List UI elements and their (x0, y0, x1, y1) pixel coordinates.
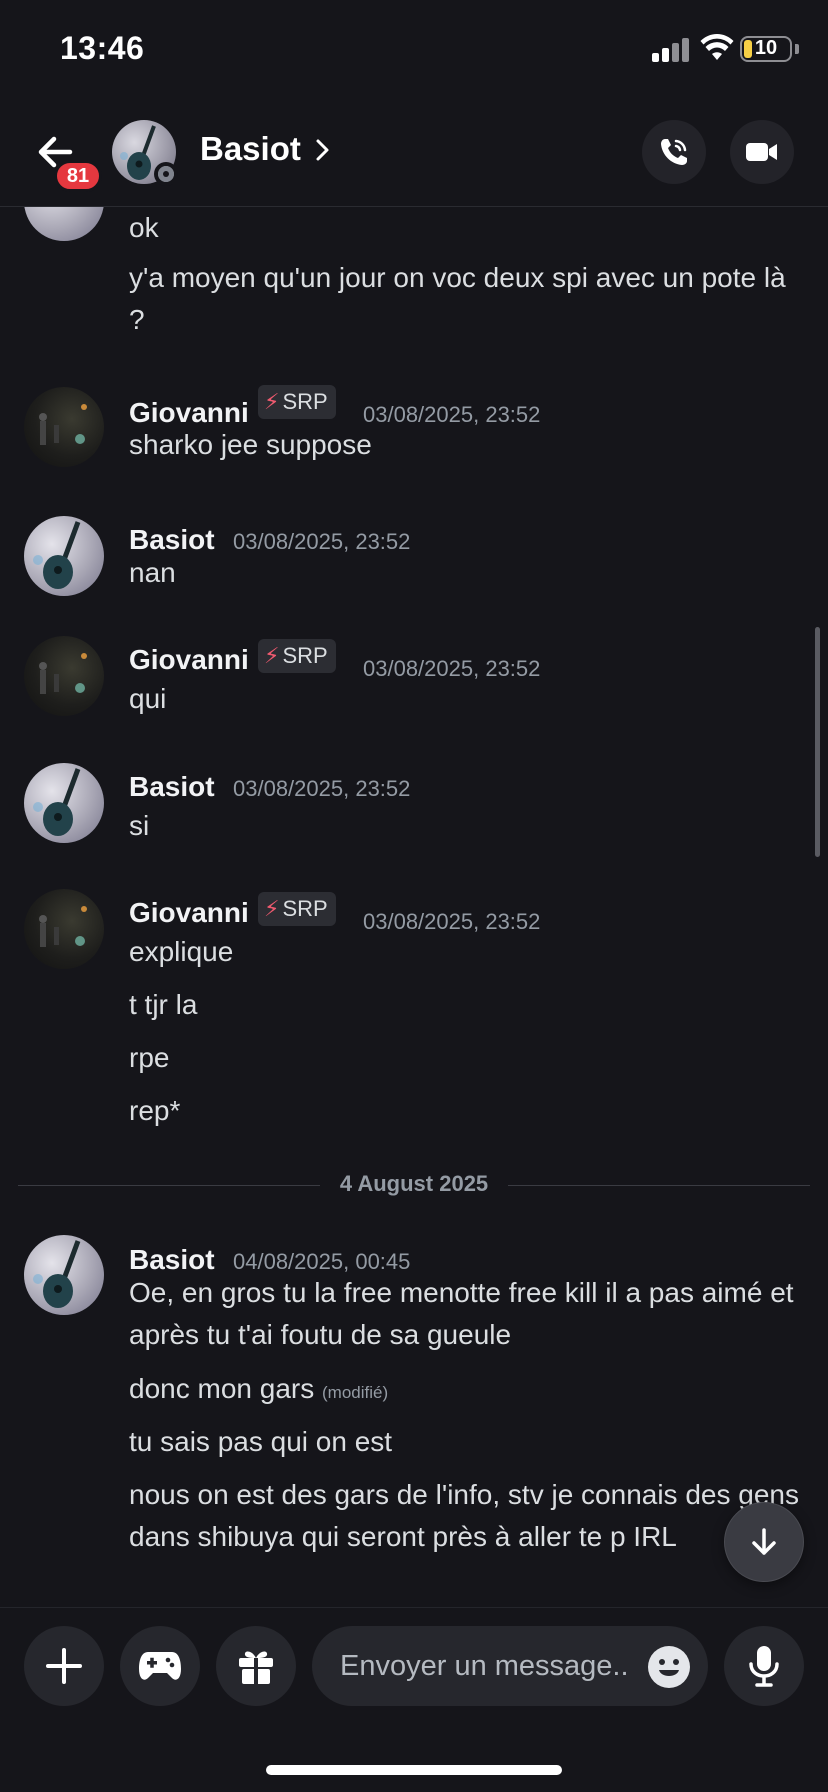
status-time: 13:46 (60, 30, 145, 66)
wifi-icon (700, 34, 734, 60)
username[interactable]: Giovanni (129, 644, 249, 676)
avatar[interactable] (24, 387, 104, 467)
channel-header: 81 Basiot (0, 100, 828, 207)
message-line: rpe (129, 1042, 170, 1073)
lightning-icon: ⚡ (264, 643, 280, 668)
jump-to-present-button[interactable] (724, 1502, 804, 1582)
message-line: si (129, 810, 150, 841)
message-line: nous on est des gars de l'info, stv je c… (129, 1479, 799, 1552)
message-line: nan (129, 557, 176, 588)
gift-icon (239, 1651, 273, 1684)
arrow-down-icon (752, 1528, 776, 1555)
message-line: t tjr la (129, 989, 198, 1020)
username[interactable]: Basiot (129, 771, 215, 803)
message-line: rep* (129, 1095, 181, 1126)
message-line: qui (129, 683, 167, 714)
guitar-avatar-icon (33, 1240, 81, 1308)
page-title[interactable]: Basiot (200, 130, 301, 168)
tag-label: SRP (282, 389, 328, 414)
message-line: Oe, en gros tu la free menotte free kill… (129, 1277, 794, 1350)
avatar[interactable] (24, 636, 104, 716)
guitar-avatar-icon (33, 521, 81, 589)
lightning-icon: ⚡ (264, 896, 280, 921)
message-text: donc mon gars (129, 1373, 315, 1404)
phone-call-icon (661, 139, 687, 165)
tag-label: SRP (282, 643, 328, 668)
chevron-right-icon[interactable] (310, 136, 334, 164)
message-line: tu sais pas qui on est (129, 1426, 393, 1457)
status-bar: 13:46 10 (0, 0, 828, 100)
message-line: donc mon gars (modifié) (129, 1368, 799, 1414)
home-indicator[interactable] (266, 1765, 562, 1775)
guitar-avatar-icon (33, 768, 81, 836)
night-scene-avatar-icon (39, 653, 87, 694)
date-divider: 4 August 2025 (339, 1171, 489, 1196)
server-tag[interactable]: ⚡ SRP (258, 385, 336, 419)
plus-icon (46, 1648, 82, 1684)
gift-button[interactable] (216, 1626, 296, 1706)
gamepad-icon (139, 1652, 181, 1680)
message-line: y'a moyen qu'un jour on voc deux spi ave… (129, 262, 786, 335)
message-input-container[interactable] (312, 1626, 708, 1706)
server-tag[interactable]: ⚡ SRP (258, 639, 336, 673)
voice-message-button[interactable] (724, 1626, 804, 1706)
username[interactable]: Giovanni (129, 897, 249, 929)
divider (508, 1185, 810, 1186)
video-call-button[interactable] (730, 120, 794, 184)
video-camera-icon (746, 143, 777, 161)
night-scene-avatar-icon (39, 906, 87, 947)
timestamp: 03/08/2025, 23:52 (233, 776, 411, 801)
voice-call-button[interactable] (642, 120, 706, 184)
message-input[interactable] (340, 1626, 630, 1706)
avatar[interactable] (24, 889, 104, 969)
lightning-icon: ⚡ (264, 389, 280, 414)
activities-button[interactable] (120, 1626, 200, 1706)
edited-label: (modifié) (322, 1383, 389, 1402)
emoji-icon (649, 1647, 689, 1687)
offline-status-icon (154, 162, 178, 186)
message-line: ok (129, 212, 159, 243)
microphone-icon (749, 1646, 779, 1687)
avatar[interactable] (24, 516, 104, 596)
server-tag[interactable]: ⚡ SRP (258, 892, 336, 926)
attach-button[interactable] (24, 1626, 104, 1706)
tag-label: SRP (282, 896, 328, 921)
scrollbar[interactable] (815, 627, 820, 857)
battery-level: 10 (754, 37, 778, 59)
avatar[interactable] (24, 1235, 104, 1315)
battery-tip (795, 44, 799, 54)
avatar[interactable] (24, 763, 104, 843)
emoji-button[interactable] (648, 1646, 690, 1688)
message-line: explique (129, 936, 234, 967)
night-scene-avatar-icon (39, 404, 87, 445)
message-line: sharko jee suppose (129, 429, 372, 460)
cellular-signal-icon (652, 36, 692, 62)
avatar[interactable] (24, 207, 104, 241)
unread-badge: 81 (54, 160, 102, 192)
battery-icon: 10 (740, 36, 792, 62)
message-list[interactable]: ok y'a moyen qu'un jour on voc deux spi … (0, 207, 828, 1607)
